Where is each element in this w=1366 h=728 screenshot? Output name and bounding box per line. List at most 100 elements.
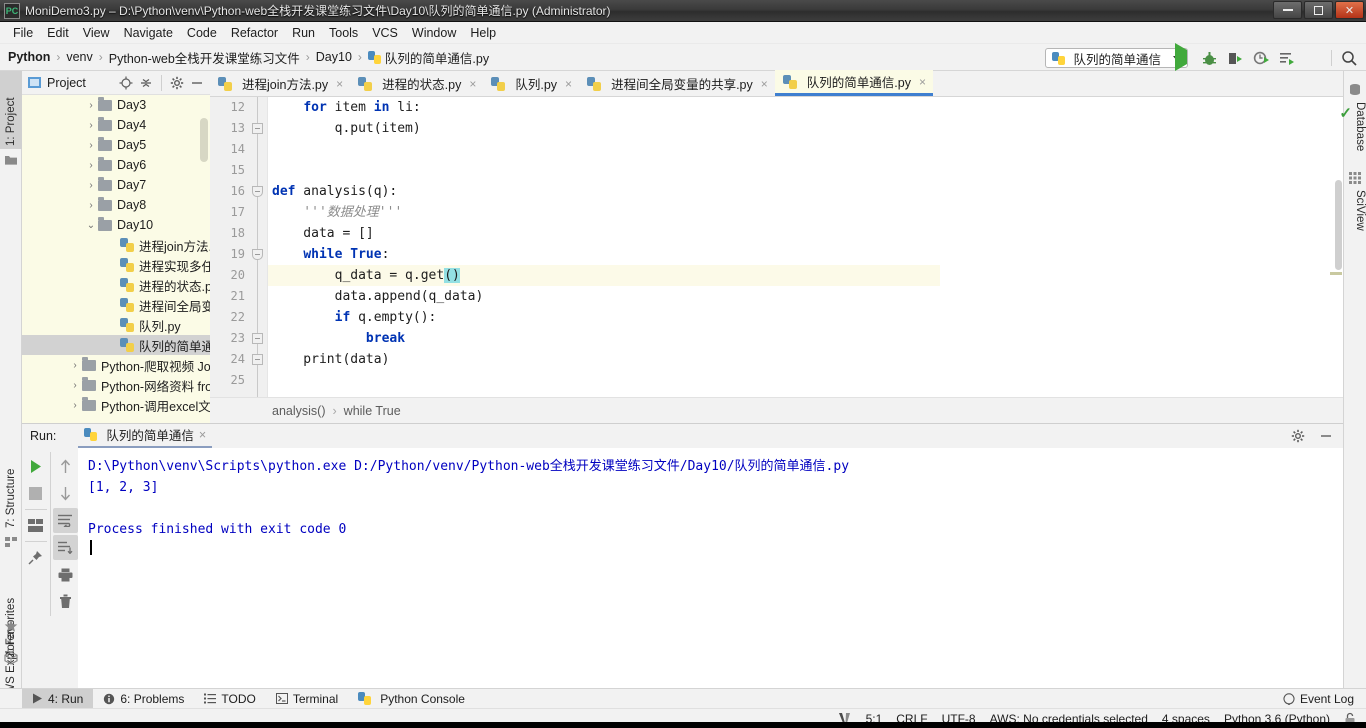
tree-row[interactable]: › Python-调用excel文 [22, 395, 210, 415]
tree-row[interactable]: › Python-爬取视频 Jo [22, 355, 210, 375]
chevron-right-icon[interactable]: › [84, 140, 98, 151]
collapse-all-icon[interactable] [139, 76, 153, 90]
tree-row[interactable]: › Day3 [22, 95, 210, 115]
run-console-output[interactable]: D:\Python\venv\Scripts\python.exe D:/Pyt… [78, 448, 1343, 688]
editor-tab[interactable]: 进程间全局变量的共享.py × [579, 71, 775, 96]
menu-edit[interactable]: Edit [40, 24, 76, 42]
menu-code[interactable]: Code [180, 24, 224, 42]
fold-marker[interactable] [252, 186, 263, 197]
print-icon[interactable] [53, 562, 78, 587]
inspection-status-icon[interactable]: ✓ [1339, 104, 1352, 122]
menu-navigate[interactable]: Navigate [117, 24, 180, 42]
tree-row[interactable]: 进程join方法. [22, 235, 210, 255]
bottom-tab-terminal[interactable]: Terminal [266, 689, 348, 709]
menu-help[interactable]: Help [463, 24, 503, 42]
menu-tools[interactable]: Tools [322, 24, 365, 42]
hide-icon[interactable] [190, 76, 204, 90]
event-log-button[interactable]: Event Log [1283, 692, 1354, 706]
bottom-tab-python-console[interactable]: Python Console [348, 689, 475, 709]
sidebar-item-sciview[interactable]: SciView [1343, 187, 1366, 251]
editor-right-area[interactable] [940, 97, 1343, 397]
chevron-right-icon[interactable]: › [68, 360, 82, 371]
breadcrumb-python[interactable]: Python [8, 50, 50, 64]
tree-row[interactable]: 队列.py [22, 315, 210, 335]
menu-vcs[interactable]: VCS [365, 24, 405, 42]
fold-marker[interactable] [252, 354, 263, 365]
tree-row[interactable]: › Day7 [22, 175, 210, 195]
tree-row[interactable]: › Python-网络资料 fro [22, 375, 210, 395]
locate-icon[interactable] [119, 76, 133, 90]
run-icon[interactable] [1175, 42, 1192, 71]
project-tree-scrollbar[interactable] [200, 118, 208, 162]
run-configuration-selector[interactable]: 队列的简单通信 [1045, 48, 1188, 68]
tree-row[interactable]: ⌄ Day10 [22, 215, 210, 235]
editor-gutter[interactable]: 12 13 14 15 16 17 18 19 20 21 22 23 24 2… [210, 97, 268, 397]
debug-icon[interactable] [1201, 50, 1218, 67]
chevron-right-icon[interactable]: › [68, 400, 82, 411]
sidebar-item-structure[interactable]: 7: Structure [0, 443, 22, 531]
editor-scrollbar[interactable] [1335, 180, 1342, 270]
fold-marker[interactable] [252, 249, 263, 260]
close-icon[interactable]: × [469, 77, 476, 91]
breadcrumb-day10[interactable]: Day10 [316, 50, 352, 64]
menu-window[interactable]: Window [405, 24, 463, 42]
editor-tab-active[interactable]: 队列的简单通信.py × [774, 70, 933, 96]
bottom-tab-problems[interactable]: 6: Problems [93, 689, 194, 709]
tree-row[interactable]: › Day4 [22, 115, 210, 135]
menu-refactor[interactable]: Refactor [224, 24, 285, 42]
breadcrumb-analysis[interactable]: analysis() [272, 404, 326, 418]
minimize-button[interactable] [1273, 1, 1302, 19]
run-tab[interactable]: 队列的简单通信 × [78, 424, 213, 449]
menu-view[interactable]: View [76, 24, 117, 42]
close-icon[interactable]: × [336, 77, 343, 91]
menu-file[interactable]: File [6, 24, 40, 42]
chevron-right-icon[interactable]: › [84, 160, 98, 171]
down-icon[interactable] [53, 481, 78, 506]
chevron-down-icon[interactable]: ⌄ [84, 220, 98, 231]
code-editor[interactable]: for item in li: q.put(item) def analysis… [268, 97, 940, 397]
editor-tab[interactable]: 进程join方法.py × [210, 71, 350, 96]
minimize-icon[interactable] [1319, 429, 1333, 443]
pin-icon[interactable] [23, 545, 48, 570]
editor-tab[interactable]: 进程的状态.py × [350, 71, 483, 96]
profile-icon[interactable] [1253, 50, 1270, 67]
tree-row[interactable]: 进程间全局变 [22, 295, 210, 315]
breadcrumb-file[interactable]: 队列的简单通信.py [367, 48, 489, 67]
close-icon[interactable]: × [199, 428, 206, 442]
breadcrumb-venv[interactable]: venv [66, 50, 92, 64]
tree-row[interactable]: 进程的状态.py [22, 275, 210, 295]
gear-icon[interactable] [1291, 429, 1305, 443]
breadcrumb-while-true[interactable]: while True [344, 404, 401, 418]
search-icon[interactable] [1341, 50, 1358, 67]
breadcrumb-project-folder[interactable]: Python-web全栈开发课堂练习文件 [109, 48, 300, 67]
project-tree[interactable]: › Day3 › Day4 › Day5 › Day6 › Day7 › Day8 ⌄ Day… [22, 95, 210, 425]
bottom-tab-todo[interactable]: TODO [194, 689, 265, 709]
chevron-right-icon[interactable]: › [84, 200, 98, 211]
settings-icon[interactable] [170, 76, 184, 90]
tree-row-selected[interactable]: 队列的简单通 [22, 335, 210, 355]
clear-all-icon[interactable] [53, 589, 78, 614]
run-with-console-icon[interactable] [1279, 50, 1296, 67]
tree-row[interactable]: › Day6 [22, 155, 210, 175]
chevron-right-icon[interactable]: › [68, 380, 82, 391]
close-icon[interactable]: × [565, 77, 572, 91]
layout-icon[interactable] [23, 513, 48, 538]
editor-tab[interactable]: 队列.py × [483, 71, 579, 96]
soft-wrap-icon[interactable] [53, 508, 78, 533]
close-button[interactable]: ✕ [1335, 1, 1364, 19]
stop-icon[interactable] [1305, 50, 1322, 67]
menu-run[interactable]: Run [285, 24, 322, 42]
up-icon[interactable] [53, 454, 78, 479]
close-icon[interactable]: × [761, 77, 768, 91]
scroll-to-end-icon[interactable] [53, 535, 78, 560]
tree-row[interactable]: › Day5 [22, 135, 210, 155]
close-icon[interactable]: × [919, 75, 926, 89]
rerun-icon[interactable] [23, 454, 48, 479]
tree-row[interactable]: 进程实现多任 [22, 255, 210, 275]
run-coverage-icon[interactable] [1227, 50, 1244, 67]
bottom-tab-run[interactable]: 4: Run [22, 688, 94, 709]
restore-button[interactable] [1304, 1, 1333, 19]
fold-marker[interactable] [252, 333, 263, 344]
tree-row[interactable]: › Day8 [22, 195, 210, 215]
fold-marker[interactable] [252, 123, 263, 134]
